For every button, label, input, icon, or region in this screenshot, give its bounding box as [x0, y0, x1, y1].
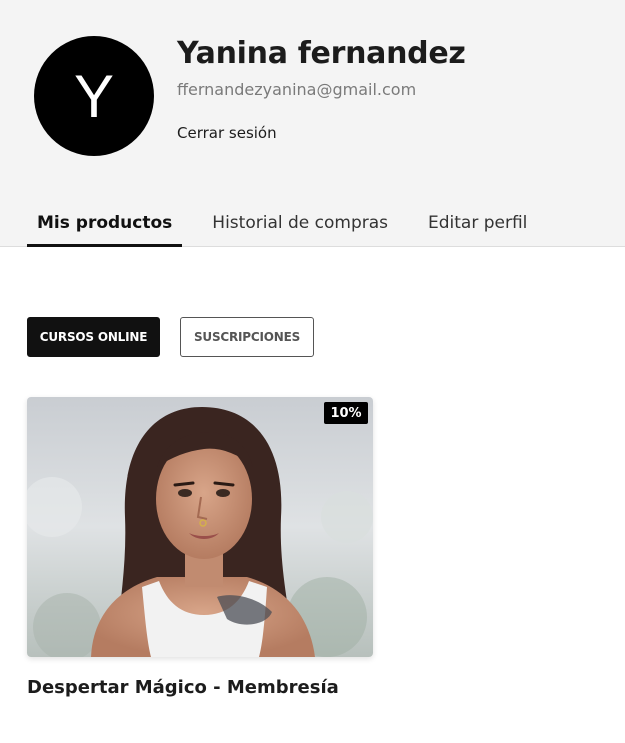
product-title[interactable]: Despertar Mágico - Membresía — [27, 677, 427, 698]
tab-editar-perfil[interactable]: Editar perfil — [418, 206, 537, 247]
tab-historial-de-compras[interactable]: Historial de compras — [202, 206, 398, 247]
product-photo — [27, 397, 373, 657]
tab-mis-productos[interactable]: Mis productos — [27, 206, 183, 247]
filter-suscripciones-button[interactable]: SUSCRIPCIONES — [180, 317, 314, 357]
profile-tabs: Mis productos Historial de compras Edita… — [27, 206, 557, 247]
product-card[interactable]: 10% Despertar Mágico - Membresía — [27, 397, 373, 698]
logout-link[interactable]: Cerrar sesión — [177, 124, 277, 142]
filter-cursos-online-button[interactable]: CURSOS ONLINE — [27, 317, 160, 357]
user-email: ffernandezyanina@gmail.com — [177, 80, 417, 99]
product-image[interactable]: 10% — [27, 397, 373, 657]
user-name: Yanina fernandez — [177, 36, 466, 71]
avatar: Y — [34, 36, 154, 156]
profile-header: Y Yanina fernandez ffernandezyanina@gmai… — [0, 0, 625, 247]
product-filters: CURSOS ONLINE SUSCRIPCIONES — [27, 317, 314, 357]
discount-badge: 10% — [324, 402, 368, 424]
